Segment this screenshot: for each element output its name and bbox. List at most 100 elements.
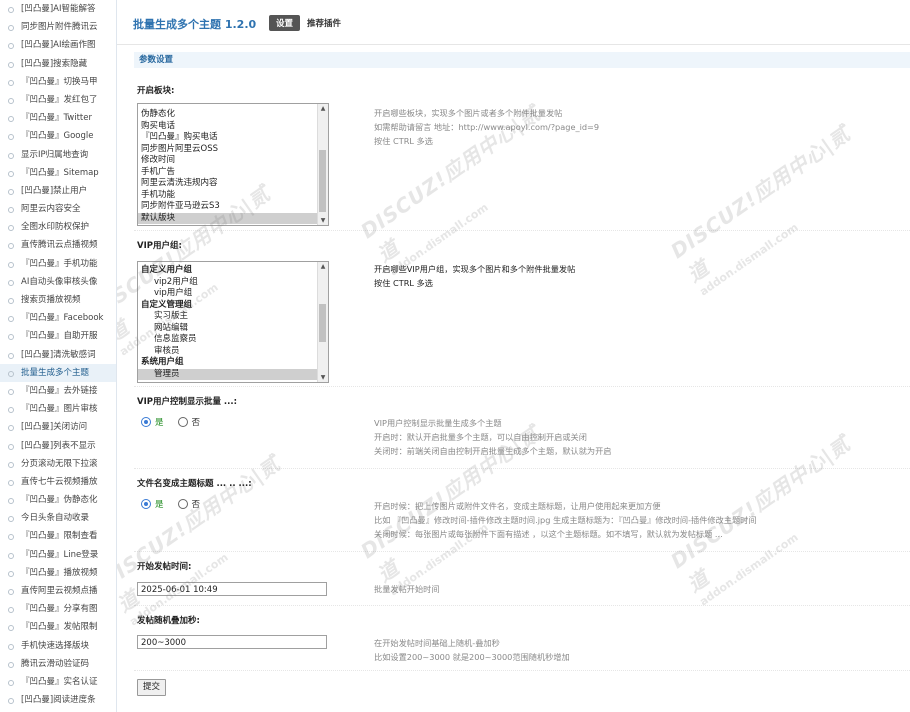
submit-button[interactable]: 提交 bbox=[137, 679, 167, 696]
vip-group-option[interactable]: 管理员 bbox=[138, 368, 328, 380]
sidebar-item[interactable]: 直传阿里云视频点播 bbox=[0, 582, 116, 600]
scroll-up-icon[interactable]: ▲ bbox=[318, 104, 328, 113]
module-option[interactable]: 手机功能 bbox=[138, 190, 328, 202]
filename-title-label: 文件名变成主题标题 ... .. ...: bbox=[137, 479, 252, 489]
vip-group-option[interactable]: 信息监察员 bbox=[138, 334, 328, 346]
module-option[interactable]: 阿里云清洗违规内容 bbox=[138, 178, 328, 190]
sidebar-item[interactable]: 『凹凸曼』分享有图 bbox=[0, 600, 116, 618]
module-option[interactable]: 购买电话 bbox=[138, 121, 328, 133]
plugin-sidebar: [凹凸曼]AI智能解答 同步图片附件腾讯云 [凹凸曼]AI绘画作图 [凹凸曼]搜索隐藏… bbox=[0, 0, 117, 712]
start-time-label: 开始发帖时间: bbox=[137, 562, 192, 572]
vip-control-yes-radio[interactable] bbox=[141, 417, 151, 427]
sidebar-item[interactable]: [凹凸曼]AI智能解答 bbox=[0, 0, 116, 18]
vip-group-header[interactable]: 自定义管理组 bbox=[138, 300, 328, 312]
sidebar-item[interactable]: 阿里云内容安全 bbox=[0, 200, 116, 218]
random-seconds-description: 在开始发帖时间基础上随机-叠加秒 比如设置200~3000 就是200~3000… bbox=[374, 638, 570, 662]
sidebar-item[interactable]: [凹凸曼]阅读进度条 bbox=[0, 691, 116, 709]
module-option[interactable]: 同步附件亚马逊云S3 bbox=[138, 201, 328, 213]
watermark: DISCUZ!应用中心|贰道 addon.dismall.com bbox=[666, 121, 855, 299]
sidebar-item[interactable]: 『凹凸曼』限制查看 bbox=[0, 527, 116, 545]
filename-title-radio-group: 是 否 bbox=[141, 498, 200, 510]
vip-control-no-radio[interactable] bbox=[177, 417, 188, 427]
filename-title-no-radio[interactable] bbox=[177, 499, 188, 509]
vip-group-header[interactable]: 系统用户组 bbox=[138, 357, 328, 369]
vip-control-label: VIP用户控制显示批量 ...: bbox=[137, 397, 238, 407]
vip-scroll-thumb[interactable] bbox=[319, 304, 326, 342]
vip-group-option[interactable]: vip2用户组 bbox=[138, 277, 328, 289]
sidebar-item[interactable]: 手机快速选择版块 bbox=[0, 637, 116, 655]
scroll-down-icon[interactable]: ▼ bbox=[318, 216, 328, 225]
sidebar-item[interactable]: 显示IP归属地查询 bbox=[0, 146, 116, 164]
sidebar-item[interactable]: 『凹凸曼』播放视频 bbox=[0, 564, 116, 582]
sidebar-item[interactable]: 同步图片附件腾讯云 bbox=[0, 18, 116, 36]
filename-title-yes-radio[interactable] bbox=[141, 499, 151, 509]
vip-control-no-label[interactable]: 否 bbox=[192, 416, 201, 428]
scroll-down-icon[interactable]: ▼ bbox=[318, 373, 328, 382]
modules-scrollbar[interactable]: ▲ ▼ bbox=[317, 104, 328, 225]
sidebar-item[interactable]: [凹凸曼]关闭访问 bbox=[0, 418, 116, 436]
vip-control-description: VIP用户控制显示批量生成多个主题 开启时：默认开启批量多个主题，可以自由控制开… bbox=[374, 418, 612, 456]
sidebar-item[interactable]: 分页滚动无限下拉滚 bbox=[0, 455, 116, 473]
tab-settings[interactable]: 设置 bbox=[269, 15, 301, 31]
sidebar-item[interactable]: 『凹凸曼』切换马甲 bbox=[0, 73, 116, 91]
start-time-input[interactable]: 2025-06-01 10:49 bbox=[137, 582, 327, 596]
modules-scroll-thumb[interactable] bbox=[319, 150, 326, 212]
random-seconds-label: 发帖随机叠加秒: bbox=[137, 616, 200, 626]
sidebar-item[interactable]: [凹凸曼]禁止用户 bbox=[0, 182, 116, 200]
vip-group-option[interactable]: 实习版主 bbox=[138, 311, 328, 323]
vip-scrollbar[interactable]: ▲ ▼ bbox=[317, 262, 328, 382]
module-option[interactable]: 手机广告 bbox=[138, 167, 328, 179]
scroll-up-icon[interactable]: ▲ bbox=[318, 262, 328, 271]
sidebar-item[interactable]: [凹凸曼]清洗敏感词 bbox=[0, 346, 116, 364]
sidebar-item[interactable]: 直传七牛云视频播放 bbox=[0, 473, 116, 491]
sidebar-item[interactable]: 『凹凸曼』Line登录 bbox=[0, 546, 116, 564]
sidebar-item[interactable]: 搜索页播放视频 bbox=[0, 291, 116, 309]
page-title: 批量生成多个主题 1.2.0 bbox=[133, 18, 257, 31]
sidebar-item[interactable]: 『凹凸曼』Twitter bbox=[0, 109, 116, 127]
sidebar-item[interactable]: 直传腾讯云点播视频 bbox=[0, 236, 116, 254]
divider bbox=[134, 670, 910, 671]
sidebar-item[interactable]: 『凹凸曼』自助开服 bbox=[0, 327, 116, 345]
tab-recommended-plugins[interactable]: 推荐插件 bbox=[307, 17, 341, 29]
vip-group-option[interactable]: 审核员 bbox=[138, 346, 328, 358]
sidebar-item[interactable]: AI自动头像审核头像 bbox=[0, 273, 116, 291]
sidebar-item[interactable]: [凹凸曼]列表不显示 bbox=[0, 437, 116, 455]
sidebar-item[interactable]: 『凹凸曼』Sitemap bbox=[0, 164, 116, 182]
divider bbox=[134, 551, 910, 552]
sidebar-item[interactable]: 『凹凸曼』实名认证 bbox=[0, 673, 116, 691]
sidebar-item[interactable]: 『凹凸曼』去外链接 bbox=[0, 382, 116, 400]
sidebar-item[interactable]: 全图水印防权保护 bbox=[0, 218, 116, 236]
sidebar-item[interactable]: 腾讯云滑动验证码 bbox=[0, 655, 116, 673]
sidebar-item[interactable]: 『凹凸曼』发红包了 bbox=[0, 91, 116, 109]
sidebar-item[interactable]: 『凹凸曼』Google bbox=[0, 127, 116, 145]
page-header: 批量生成多个主题 1.2.0 设置 推荐插件 bbox=[117, 0, 910, 45]
sidebar-item[interactable]: 『凹凸曼』伪静态化 bbox=[0, 491, 116, 509]
filename-title-no-label[interactable]: 否 bbox=[192, 498, 201, 510]
sidebar-item[interactable]: [凹凸曼]AI绘画作图 bbox=[0, 36, 116, 54]
vip-group-option[interactable]: vip用户组 bbox=[138, 288, 328, 300]
sidebar-item[interactable]: 『凹凸曼』Facebook bbox=[0, 309, 116, 327]
modules-description: 开启哪些板块，实现多个图片或者多个附件批量发帖 如需帮助请留言 地址：http:… bbox=[374, 108, 600, 146]
random-seconds-input[interactable]: 200~3000 bbox=[137, 635, 327, 649]
module-option[interactable]: 默认版块 bbox=[138, 212, 328, 224]
sidebar-item[interactable]: 『凹凸曼』图片审核 bbox=[0, 400, 116, 418]
vip-groups-multiselect[interactable]: 自定义用户组 vip2用户组 vip用户组 自定义管理组 实习版主 网站编辑 信息监察员 审核… bbox=[137, 261, 329, 383]
sidebar-item[interactable]: 批量生成多个主题 bbox=[0, 363, 116, 382]
filename-title-yes-label[interactable]: 是 bbox=[155, 498, 164, 510]
vip-group-option[interactable]: 网站编辑 bbox=[138, 323, 328, 335]
module-option[interactable]: 修改时间 bbox=[138, 155, 328, 167]
divider bbox=[134, 605, 910, 606]
module-option[interactable]: 『凹凸曼』购买电话 bbox=[138, 132, 328, 144]
module-option[interactable]: 同步图片阿里云OSS bbox=[138, 144, 328, 156]
sidebar-item[interactable]: [凹凸曼]搜索隐藏 bbox=[0, 55, 116, 73]
modules-multiselect[interactable]: 伪静态化 购买电话 『凹凸曼』购买电话 同步图片阿里云OSS 修改时间 手机广告 阿里云清洗… bbox=[137, 103, 329, 226]
sidebar-item[interactable]: 『凹凸曼』手机功能 bbox=[0, 255, 116, 273]
watermark: DISCUZ!应用中心|贰道 addon.dismall.com bbox=[117, 451, 285, 629]
vip-control-yes-label[interactable]: 是 bbox=[155, 416, 164, 428]
modules-label: 开启板块: bbox=[137, 86, 175, 96]
vip-control-radio-group: 是 否 bbox=[141, 416, 200, 428]
sidebar-item[interactable]: 『凹凸曼』发帖限制 bbox=[0, 618, 116, 636]
module-option[interactable]: 伪静态化 bbox=[138, 109, 328, 121]
sidebar-item[interactable]: 今日头条自动收录 bbox=[0, 509, 116, 527]
vip-group-header[interactable]: 自定义用户组 bbox=[138, 265, 328, 277]
